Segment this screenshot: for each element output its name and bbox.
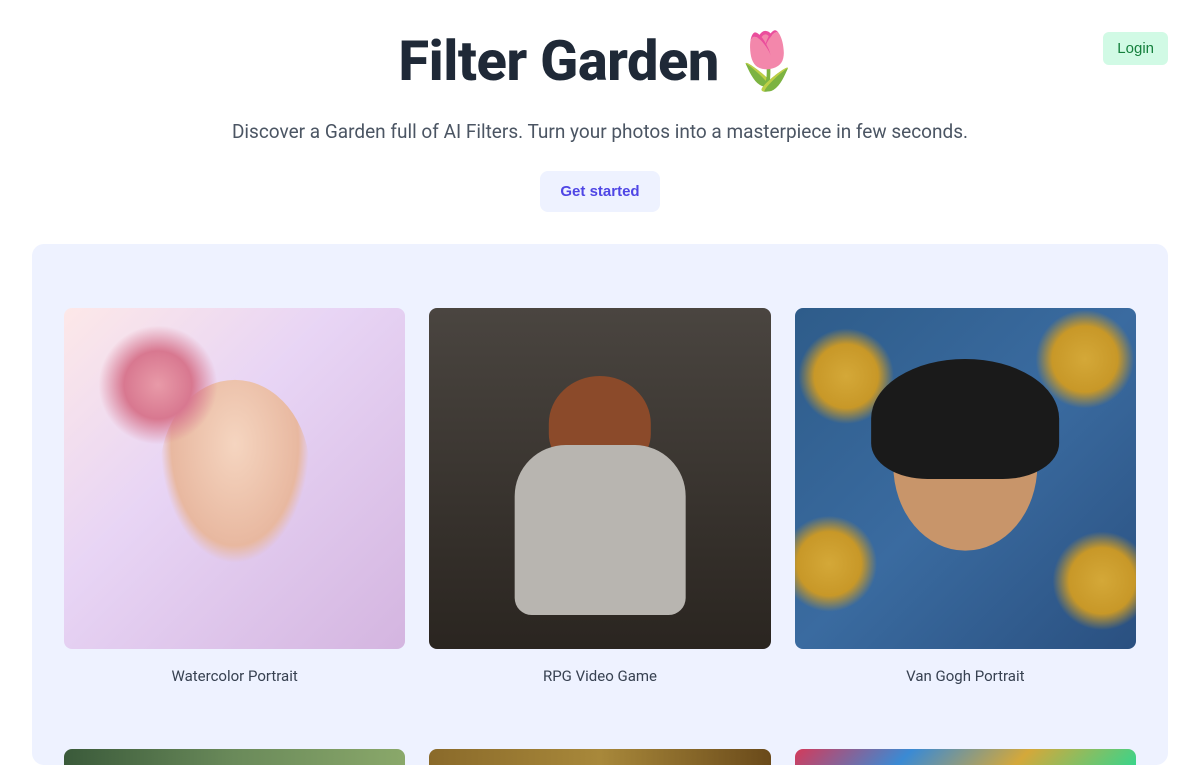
hero-section: Filter Garden 🌷 Discover a Garden full o… <box>0 0 1200 212</box>
filter-card-partial[interactable] <box>795 749 1136 765</box>
filter-thumbnail <box>429 308 770 649</box>
filter-card-partial[interactable] <box>64 749 405 765</box>
filter-thumbnail <box>429 749 770 765</box>
filter-thumbnail <box>64 749 405 765</box>
get-started-button[interactable]: Get started <box>540 171 659 212</box>
filter-label: RPG Video Game <box>429 667 770 685</box>
filter-gallery: Watercolor Portrait RPG Video Game Van G… <box>32 244 1168 765</box>
filter-thumbnail <box>64 308 405 649</box>
page-subtitle: Discover a Garden full of AI Filters. Tu… <box>0 120 1200 143</box>
filter-card-rpg[interactable]: RPG Video Game <box>429 308 770 685</box>
filter-thumbnail <box>795 749 1136 765</box>
filter-label: Watercolor Portrait <box>64 667 405 685</box>
filter-thumbnail <box>795 308 1136 649</box>
login-button[interactable]: Login <box>1103 32 1168 65</box>
filter-card-partial[interactable] <box>429 749 770 765</box>
filter-card-vangogh[interactable]: Van Gogh Portrait <box>795 308 1136 685</box>
filter-card-watercolor[interactable]: Watercolor Portrait <box>64 308 405 685</box>
page-title: Filter Garden 🌷 <box>0 28 1200 94</box>
filter-label: Van Gogh Portrait <box>795 667 1136 685</box>
